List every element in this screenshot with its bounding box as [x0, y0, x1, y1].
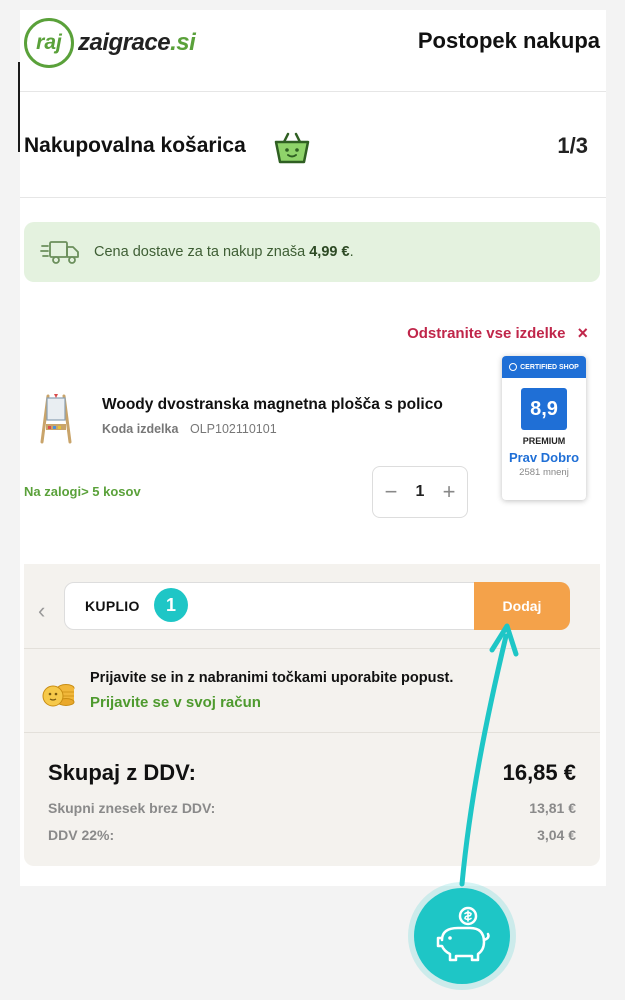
divider	[24, 648, 600, 649]
truck-icon	[40, 241, 79, 264]
vat-label: DDV 22%:	[48, 827, 115, 843]
remove-all-label: Odstranite vse izdelke	[407, 324, 566, 342]
product-code-label: Koda izdelka	[102, 422, 179, 436]
badge-review-count: 2581 mnenj	[519, 467, 569, 478]
checkout-step: 1/3	[557, 133, 588, 158]
logo-text: zaigrace.si	[78, 29, 196, 57]
annotation-marker: 1	[154, 588, 188, 622]
remove-all-button[interactable]: Odstranite vse izdelke ×	[407, 324, 588, 342]
shipping-text-after: .	[349, 244, 354, 260]
edge-marker	[18, 62, 20, 152]
site-logo[interactable]: raj zaigrace.si	[24, 18, 196, 68]
vat-value: 3,04 €	[537, 827, 576, 843]
coins-icon	[42, 684, 75, 707]
badge-header-label: CERTIFIED SHOP	[520, 363, 579, 371]
decrease-quantity-button[interactable]: −	[381, 479, 401, 505]
piggy-bank-icon	[414, 888, 510, 984]
total-value: 16,85 €	[502, 760, 576, 785]
badge-rating: Prav Dobro	[508, 450, 580, 465]
quantity-stepper: − 1 +	[372, 466, 468, 518]
login-message: Prijavite se in z nabranimi točkami upor…	[90, 670, 454, 686]
product-code: OLP102110101	[190, 422, 277, 436]
coupon-input[interactable]: KUPLIO	[85, 598, 140, 614]
total-label: Skupaj z DDV:	[48, 760, 196, 785]
apply-coupon-button[interactable]: Dodaj	[474, 582, 570, 630]
badge-level: PREMIUM	[522, 436, 566, 446]
logo-name: zaigrace	[78, 29, 171, 56]
stock-status: Na zalogi> 5 kosov	[24, 484, 141, 499]
login-link[interactable]: Prijavite se v svoj račun	[90, 694, 261, 711]
shipping-banner: Cena dostave za ta nakup znaša 4,99 €.	[24, 222, 600, 282]
badge-score: 8,9	[521, 388, 567, 430]
basket-icon	[274, 132, 310, 164]
certified-shop-badge[interactable]: CERTIFIED SHOP 8,9 PREMIUM Prav Dobro 25…	[502, 356, 586, 500]
product-name[interactable]: Woody dvostranska magnetna plošča s poli…	[102, 396, 443, 414]
page-title: Postopek nakupa	[417, 28, 600, 53]
order-summary-panel: ‹ KUPLIO Dodaj 1 Prijavite se in z nabra…	[24, 564, 600, 866]
logo-tld: .si	[170, 29, 196, 56]
product-image[interactable]	[34, 392, 78, 444]
quantity-value[interactable]: 1	[416, 483, 425, 501]
net-value: 13,81 €	[529, 800, 576, 816]
shipping-text: Cena dostave za ta nakup znaša 4,99 €.	[94, 244, 354, 260]
site-header: raj zaigrace.si Postopek nakupa	[20, 10, 606, 92]
increase-quantity-button[interactable]: +	[439, 479, 459, 505]
net-label: Skupni znesek brez DDV:	[48, 800, 216, 816]
cart-heading-row: Nakupovalna košarica 1/3	[20, 92, 606, 198]
logo-mark: raj	[24, 18, 74, 68]
piggy-bank-glyph	[436, 906, 490, 962]
shipping-text-before: Cena dostave za ta nakup znaša	[94, 244, 310, 260]
badge-ring-icon	[509, 363, 518, 371]
cart-title: Nakupovalna košarica	[24, 134, 246, 157]
badge-header: CERTIFIED SHOP	[502, 356, 586, 378]
divider	[24, 732, 600, 733]
shipping-price: 4,99 €	[309, 244, 350, 260]
close-icon: ×	[577, 323, 588, 343]
coupon-field: KUPLIO Dodaj	[64, 582, 570, 630]
chevron-left-icon[interactable]: ‹	[38, 598, 45, 624]
